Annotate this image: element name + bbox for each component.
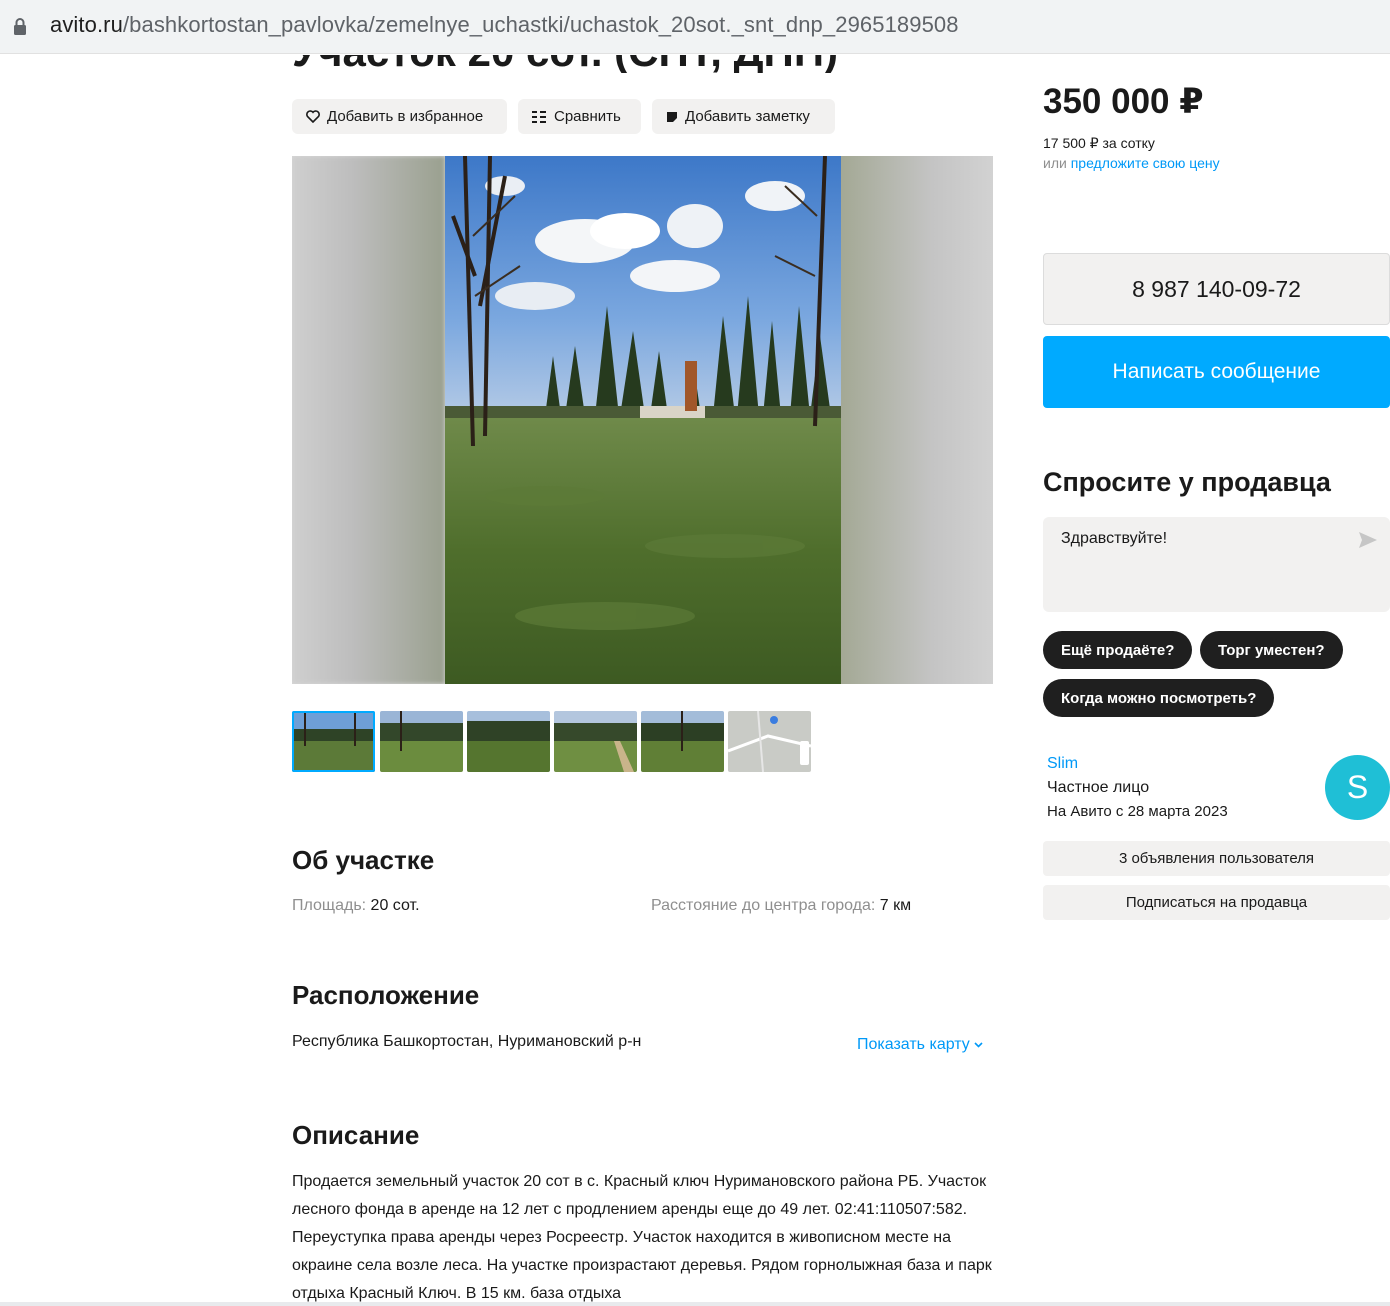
chevron-down-icon (974, 1042, 983, 1048)
offer-prefix: или (1043, 155, 1071, 171)
thumbnail[interactable] (467, 711, 550, 772)
description-heading: Описание (292, 1120, 420, 1150)
address-bar[interactable]: avito.ru/bashkortostan_pavlovka/zemelnye… (0, 0, 1390, 54)
area-param: Площадь: 20 сот. (292, 897, 420, 915)
heart-icon (306, 110, 320, 123)
offer-price: или предложите свою цену (1043, 155, 1220, 171)
main-photo[interactable] (445, 156, 841, 684)
gallery-blur-right (840, 156, 993, 684)
subscribe-seller-button[interactable]: Подписаться на продавца (1043, 885, 1390, 920)
page-title: Участок 20 сот. (СНТ, ДНП) (292, 55, 838, 73)
distance-label: Расстояние до центра города: (651, 897, 876, 914)
ask-seller-heading: Спросите у продавца (1043, 467, 1331, 497)
page-bottom-divider (0, 1302, 1390, 1306)
compare-button[interactable]: Сравнить (518, 99, 641, 134)
url-text: avito.ru/bashkortostan_pavlovka/zemelnye… (50, 12, 959, 37)
quick-question-bargain[interactable]: Торг уместен? (1200, 631, 1343, 669)
seller-name-link[interactable]: Slim (1047, 755, 1078, 773)
send-icon[interactable] (1358, 531, 1378, 549)
price-per-sotka: 17 500 ₽ за сотку (1043, 135, 1155, 151)
thumbnail[interactable] (554, 711, 637, 772)
write-message-button[interactable]: Написать сообщение (1043, 336, 1390, 408)
gallery-blur-left (292, 156, 445, 684)
seller-ads-button[interactable]: 3 объявления пользователя (1043, 841, 1390, 876)
about-heading: Об участке (292, 845, 435, 875)
area-label: Площадь: (292, 897, 367, 914)
lock-icon (14, 18, 26, 35)
show-map-link[interactable]: Показать карту (857, 1036, 983, 1054)
seller-type: Частное лицо (1047, 779, 1150, 796)
add-favorite-label: Добавить в избранное (327, 108, 484, 125)
compare-label: Сравнить (554, 108, 621, 125)
description-text: Продается земельный участок 20 сот в с. … (292, 1173, 992, 1302)
location-heading: Расположение (292, 980, 480, 1010)
price: 350 000 ₽ (1043, 82, 1204, 121)
thumbnail[interactable] (641, 711, 724, 772)
quick-question-still-selling[interactable]: Ещё продаёте? (1043, 631, 1193, 669)
photo-gallery[interactable] (292, 156, 993, 684)
offer-price-link[interactable]: предложите свою цену (1071, 155, 1220, 171)
page-title-clip: Участок 20 сот. (СНТ, ДНП) (0, 55, 1390, 73)
ask-seller-text: Здравствуйте! (1061, 530, 1168, 547)
distance-param: Расстояние до центра города: 7 км (651, 897, 911, 915)
note-icon (667, 111, 677, 122)
location-address: Республика Башкортостан, Нуримановский р… (292, 1033, 642, 1050)
thumbnail[interactable] (292, 711, 375, 772)
show-phone-button[interactable]: 8 987 140-09-72 (1043, 253, 1390, 325)
seller-since: На Авито с 28 марта 2023 (1047, 803, 1228, 820)
add-favorite-button[interactable]: Добавить в избранное (292, 99, 507, 134)
compare-icon (532, 110, 546, 123)
quick-question-viewing[interactable]: Когда можно посмотреть? (1043, 679, 1275, 717)
thumbnail[interactable] (380, 711, 463, 772)
add-note-button[interactable]: Добавить заметку (652, 99, 835, 134)
area-value: 20 сот. (370, 897, 420, 914)
show-map-label: Показать карту (857, 1036, 970, 1053)
ask-seller-input[interactable]: Здравствуйте! (1043, 517, 1390, 612)
distance-value: 7 км (879, 897, 912, 914)
add-note-label: Добавить заметку (685, 108, 810, 125)
avatar[interactable]: S (1325, 755, 1390, 820)
map-thumbnail[interactable] (728, 711, 811, 772)
